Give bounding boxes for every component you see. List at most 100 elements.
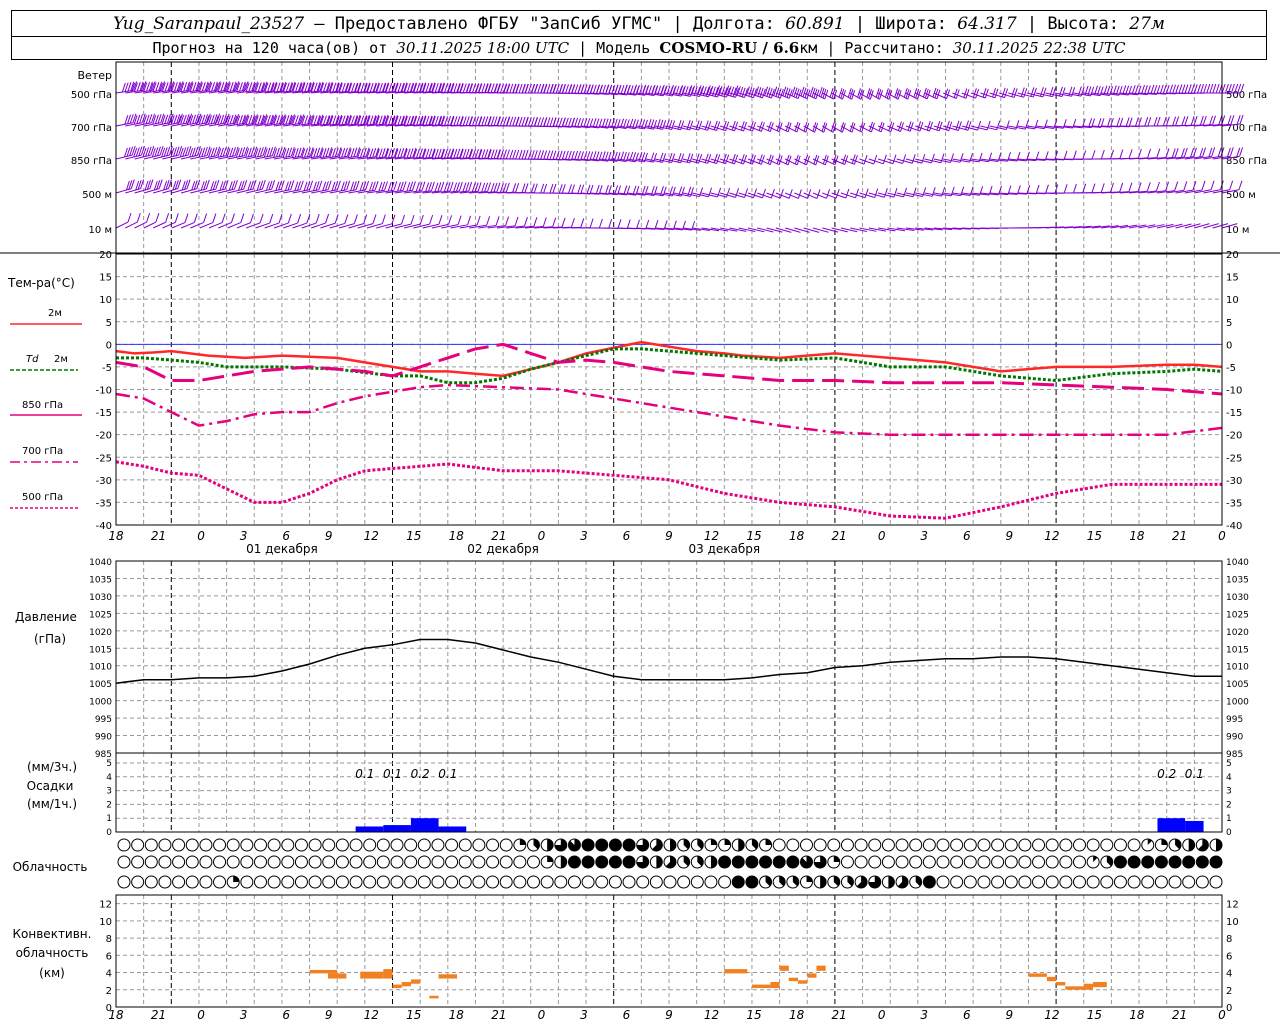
wind-barb-flag	[456, 148, 461, 159]
wind-barb-flag	[449, 181, 454, 192]
wind-barb-flag	[393, 181, 398, 191]
x-tick-label-bottom: 15	[406, 1008, 421, 1022]
wind-barb-flag	[397, 148, 402, 158]
conv-title-1: Конвективн.	[13, 927, 92, 941]
cloud-symbol	[881, 855, 895, 869]
cloud-symbol	[294, 855, 308, 869]
cloud-symbol	[431, 875, 445, 889]
wind-barb-flag	[1221, 83, 1226, 94]
wind-barb-flag	[1206, 83, 1211, 94]
wind-barb	[1175, 223, 1192, 229]
cloud-symbol	[158, 855, 172, 869]
cloud-symbol	[486, 838, 500, 852]
wind-barb	[831, 92, 843, 100]
wind-barb-flag	[496, 182, 501, 192]
cloud-symbol	[172, 875, 186, 889]
cloud-symbol	[158, 875, 172, 889]
wind-barb-flag	[455, 182, 460, 192]
precip-tick-left: 3	[106, 787, 112, 797]
wind-barb-flag	[543, 150, 548, 160]
legend-850-label: 850 гПа	[22, 400, 63, 411]
cloud-symbol	[581, 875, 595, 889]
cloud-fill-full	[1210, 856, 1222, 868]
cloud-symbol	[281, 855, 295, 869]
wind-barb-flag	[642, 84, 647, 95]
x-tick-label: 21	[832, 529, 847, 543]
wind-barb-flag	[334, 214, 339, 224]
wind-barb-flag	[378, 182, 383, 192]
legend-2m-label: 2м	[48, 308, 62, 319]
wind-barb-flag	[1020, 87, 1025, 97]
cloud-symbol	[649, 875, 663, 889]
cloud-symbol	[909, 838, 923, 852]
wind-barb-flag	[1180, 148, 1185, 158]
precip-bar	[383, 825, 411, 832]
wind-barb-flag	[304, 115, 309, 125]
wind-barb-flag	[713, 120, 718, 130]
cloud-fill-partial	[547, 838, 554, 851]
pressure-tick-right: 995	[1226, 715, 1243, 725]
wind-barb-flag	[136, 212, 141, 223]
wind-barb-flag	[428, 148, 433, 158]
wind-barb-flag	[571, 184, 575, 194]
cloud-fill-full	[582, 839, 595, 851]
wind-barb-flag	[788, 189, 793, 199]
wind-barb-flag	[1181, 84, 1186, 94]
x-tick-label: 9	[1005, 529, 1013, 543]
wind-barb-flag	[316, 147, 321, 157]
convective-bar	[798, 980, 808, 984]
wind-barb-flag	[409, 181, 414, 191]
cloud-symbol	[1045, 855, 1059, 869]
wind-barb-flag	[1229, 180, 1234, 190]
wind-barb-flag	[468, 181, 473, 192]
wind-barb-flag	[313, 115, 318, 125]
wind-barb-flag	[883, 188, 888, 198]
cloud-symbol	[417, 855, 431, 869]
pressure-tick-left: 995	[95, 715, 112, 725]
wind-barb-flag	[1190, 147, 1195, 158]
wind-barb-flag	[353, 214, 358, 224]
precip-3h-label: 0.1	[355, 767, 374, 781]
wind-barb-flag	[1199, 115, 1204, 126]
convective-bar	[383, 969, 393, 979]
cloud-symbol	[1209, 875, 1223, 889]
wind-barb-flag	[577, 118, 582, 128]
wind-barb-flag	[469, 83, 474, 93]
x-tick-label-bottom: 21	[491, 1008, 506, 1022]
wind-barb	[1147, 224, 1165, 229]
wind-barb-flag	[580, 184, 585, 194]
cloud-symbol	[254, 855, 267, 869]
wind-barb-flag	[388, 148, 392, 158]
x-tick-label: 6	[963, 529, 971, 543]
cloud-symbol	[1086, 838, 1100, 852]
cloud-fill-full	[732, 856, 745, 868]
temp-tick-right: -10	[1226, 386, 1242, 397]
precip-title: Осадки	[27, 779, 74, 793]
wind-barb-flag	[486, 216, 491, 226]
cloud-symbol	[267, 838, 281, 852]
cloud-symbol	[1073, 855, 1086, 869]
wind-barb-flag	[332, 115, 337, 125]
wind-barb-flag	[552, 117, 557, 127]
wind-barb-flag	[406, 182, 411, 192]
x-tick-label: 9	[665, 529, 673, 543]
wind-barb-flag	[287, 213, 292, 224]
wind-barb-flag	[570, 218, 575, 228]
x-tick-label: 21	[151, 529, 166, 543]
x-tick-label-bottom: 0	[878, 1008, 886, 1022]
wind-barb-flag	[1144, 117, 1149, 127]
wind-barb-flag	[369, 181, 373, 192]
wind-barb-flag	[462, 83, 467, 93]
cloud-symbol	[1004, 838, 1018, 852]
wind-barb-flag	[344, 214, 349, 224]
conv-tick-left: 6	[106, 951, 112, 962]
precip-tick-right: 1	[1226, 814, 1232, 824]
wind-barb-flag	[183, 82, 188, 92]
wind-barb-flag	[1072, 150, 1077, 160]
wind-barb	[803, 125, 815, 133]
x-tick-label-bottom: 9	[665, 1008, 673, 1022]
wind-barb-flag	[506, 83, 511, 94]
precip-tick-left: 0	[106, 828, 112, 838]
cloud-fill-partial	[656, 855, 663, 868]
wind-barb-flag	[537, 150, 542, 160]
